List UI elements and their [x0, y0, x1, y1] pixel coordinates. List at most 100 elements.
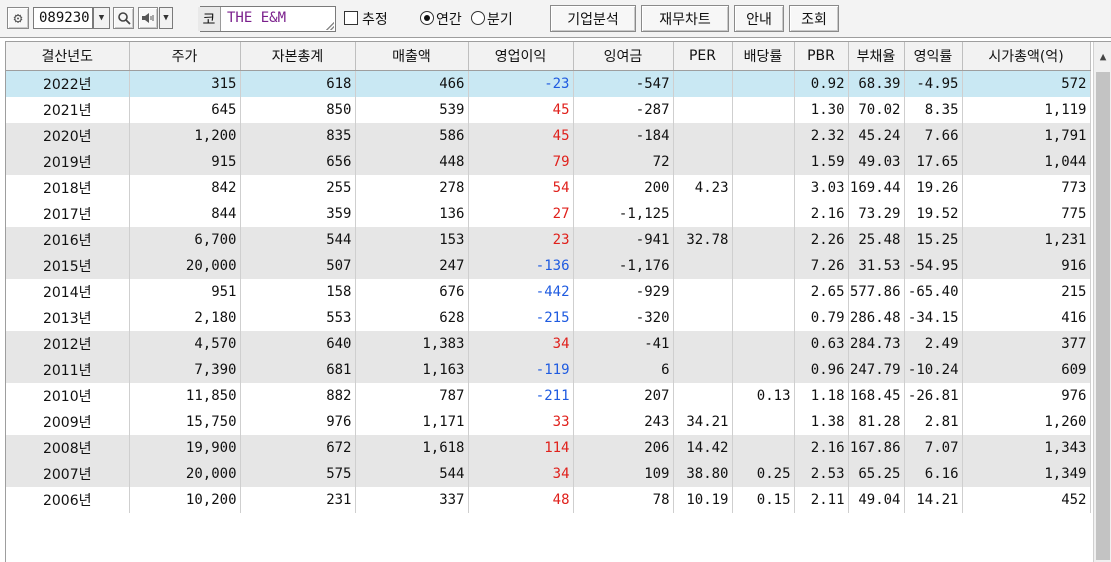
table-row[interactable]: 2013년 2,180 553 628 -215 -320 0.79 286.48 -34.15… — [6, 305, 1091, 331]
table-row[interactable]: 2006년 10,200 231 337 48 78 10.19 0.15 2.11 49.04 1… — [6, 487, 1091, 513]
table-row[interactable]: 2011년 7,390 681 1,163 -119 6 0.96 247.79 -10.24 6… — [6, 357, 1091, 383]
table-row[interactable]: 2018년 842 255 278 54 200 4.23 3.03 169.44 19.26 77… — [6, 175, 1091, 201]
estimate-checkbox[interactable] — [344, 11, 358, 25]
speaker-button[interactable] — [138, 7, 158, 29]
annual-label: 연간 — [436, 12, 462, 28]
scroll-up-button[interactable]: ▲ — [1094, 42, 1111, 70]
table-cell: 79 — [468, 149, 574, 175]
table-cell: 78 — [573, 487, 674, 513]
column-header[interactable]: 자본총계 — [240, 42, 356, 71]
table-cell: 1,618 — [355, 435, 469, 461]
table-cell: -929 — [573, 279, 674, 305]
table-cell — [732, 201, 795, 227]
table-cell: 553 — [240, 305, 356, 331]
table-cell: 507 — [240, 253, 356, 279]
table-cell: 976 — [962, 383, 1091, 409]
table-cell: 2.16 — [794, 435, 849, 461]
table-cell: 1.30 — [794, 97, 849, 123]
table-row[interactable]: 2010년 11,850 882 787 -211 207 0.13 1.18 168.45 -2… — [6, 383, 1091, 409]
year-cell: 2014년 — [6, 279, 130, 305]
table-cell: 19.26 — [904, 175, 963, 201]
table-cell: -287 — [573, 97, 674, 123]
table-cell: 31.53 — [848, 253, 905, 279]
table-cell: 14.21 — [904, 487, 963, 513]
year-cell: 2006년 — [6, 487, 130, 513]
table-cell — [732, 123, 795, 149]
table-cell: 466 — [355, 70, 469, 97]
table-row[interactable]: 2016년 6,700 544 153 23 -941 32.78 2.26 25.48 15.2… — [6, 227, 1091, 253]
table-row[interactable]: 2009년 15,750 976 1,171 33 243 34.21 1.38 81.28 2.… — [6, 409, 1091, 435]
company-analysis-button[interactable]: 기업분석 — [550, 5, 636, 32]
table-cell: 539 — [355, 97, 469, 123]
table-cell: 844 — [129, 201, 241, 227]
table-cell: 2.65 — [794, 279, 849, 305]
table-cell: 4.23 — [673, 175, 733, 201]
column-header[interactable]: 잉여금 — [573, 42, 674, 71]
table-row[interactable]: 2019년 915 656 448 79 72 1.59 49.03 17.65 1,044 — [6, 149, 1091, 175]
column-header[interactable]: 결산년도 — [6, 42, 130, 71]
vertical-scrollbar[interactable]: ▲ — [1093, 42, 1111, 562]
table-cell: 158 — [240, 279, 356, 305]
year-cell: 2016년 — [6, 227, 130, 253]
table-row[interactable]: 2008년 19,900 672 1,618 114 206 14.42 2.16 167.86… — [6, 435, 1091, 461]
search-button[interactable] — [113, 7, 134, 29]
table-cell: -184 — [573, 123, 674, 149]
table-cell: 544 — [355, 461, 469, 487]
table-cell: 34 — [468, 331, 574, 357]
scroll-thumb[interactable] — [1096, 72, 1110, 560]
table-row[interactable]: 2017년 844 359 136 27 -1,125 2.16 73.29 19.52 775 — [6, 201, 1091, 227]
table-row[interactable]: 2020년 1,200 835 586 45 -184 2.32 45.24 7.66 1,791 — [6, 123, 1091, 149]
table-row[interactable]: 2014년 951 158 676 -442 -929 2.65 577.86 -65.40 21… — [6, 279, 1091, 305]
financial-chart-button[interactable]: 재무차트 — [641, 5, 729, 32]
column-header[interactable]: 영업이익 — [468, 42, 574, 71]
table-cell: 575 — [240, 461, 356, 487]
company-name: THE E&M — [227, 10, 287, 26]
arrow-up-icon: ▲ — [1099, 49, 1107, 63]
stock-code-dropdown[interactable]: ▼ — [93, 7, 110, 29]
column-header[interactable]: 배당률 — [732, 42, 795, 71]
company-name-box[interactable]: 코 THE E&M — [198, 6, 336, 32]
table-cell — [673, 97, 733, 123]
estimate-label: 추정 — [362, 12, 388, 28]
table-row[interactable]: 2015년 20,000 507 247 -136 -1,176 7.26 31.53 -54.… — [6, 253, 1091, 279]
column-header[interactable]: PBR — [794, 42, 849, 71]
column-header[interactable]: 주가 — [129, 42, 241, 71]
table-cell: 672 — [240, 435, 356, 461]
stock-code-input[interactable]: 089230 — [33, 7, 93, 29]
query-button[interactable]: 조회 — [789, 5, 839, 32]
table-cell: 17.65 — [904, 149, 963, 175]
table-row[interactable]: 2021년 645 850 539 45 -287 1.30 70.02 8.35 1,119 — [6, 97, 1091, 123]
table-cell: 0.25 — [732, 461, 795, 487]
column-header[interactable]: 매출액 — [355, 42, 469, 71]
table-cell: 544 — [240, 227, 356, 253]
annual-radio[interactable] — [420, 11, 434, 25]
table-cell: 1,343 — [962, 435, 1091, 461]
table-cell: 976 — [240, 409, 356, 435]
table-cell: -1,176 — [573, 253, 674, 279]
table-row[interactable]: 2007년 20,000 575 544 34 109 38.80 0.25 2.53 65.25… — [6, 461, 1091, 487]
table-cell: 916 — [962, 253, 1091, 279]
table-cell: 2.16 — [794, 201, 849, 227]
column-header[interactable]: PER — [673, 42, 733, 71]
quarterly-radio[interactable] — [471, 11, 485, 25]
table-row[interactable]: 2012년 4,570 640 1,383 34 -41 0.63 284.73 2.49 377 — [6, 331, 1091, 357]
table-cell: 775 — [962, 201, 1091, 227]
speaker-dropdown[interactable]: ▼ — [159, 7, 173, 29]
table-cell: 215 — [962, 279, 1091, 305]
table-row[interactable]: 2022년 315 618 466 -23 -547 0.92 68.39 -4.95 572 — [6, 70, 1091, 97]
table-cell — [673, 253, 733, 279]
table-cell — [732, 253, 795, 279]
table-cell: 114 — [468, 435, 574, 461]
table-cell: 70.02 — [848, 97, 905, 123]
column-header[interactable]: 영익률 — [904, 42, 963, 71]
table-cell — [673, 149, 733, 175]
column-header[interactable]: 시가총액(억) — [962, 42, 1091, 71]
table-cell: 3.03 — [794, 175, 849, 201]
table-cell: 65.25 — [848, 461, 905, 487]
table-cell: 7,390 — [129, 357, 241, 383]
table-cell: 15.25 — [904, 227, 963, 253]
table-cell: 19.52 — [904, 201, 963, 227]
guide-button[interactable]: 안내 — [734, 5, 784, 32]
settings-button[interactable]: ⚙ — [7, 7, 29, 29]
column-header[interactable]: 부채율 — [848, 42, 905, 71]
